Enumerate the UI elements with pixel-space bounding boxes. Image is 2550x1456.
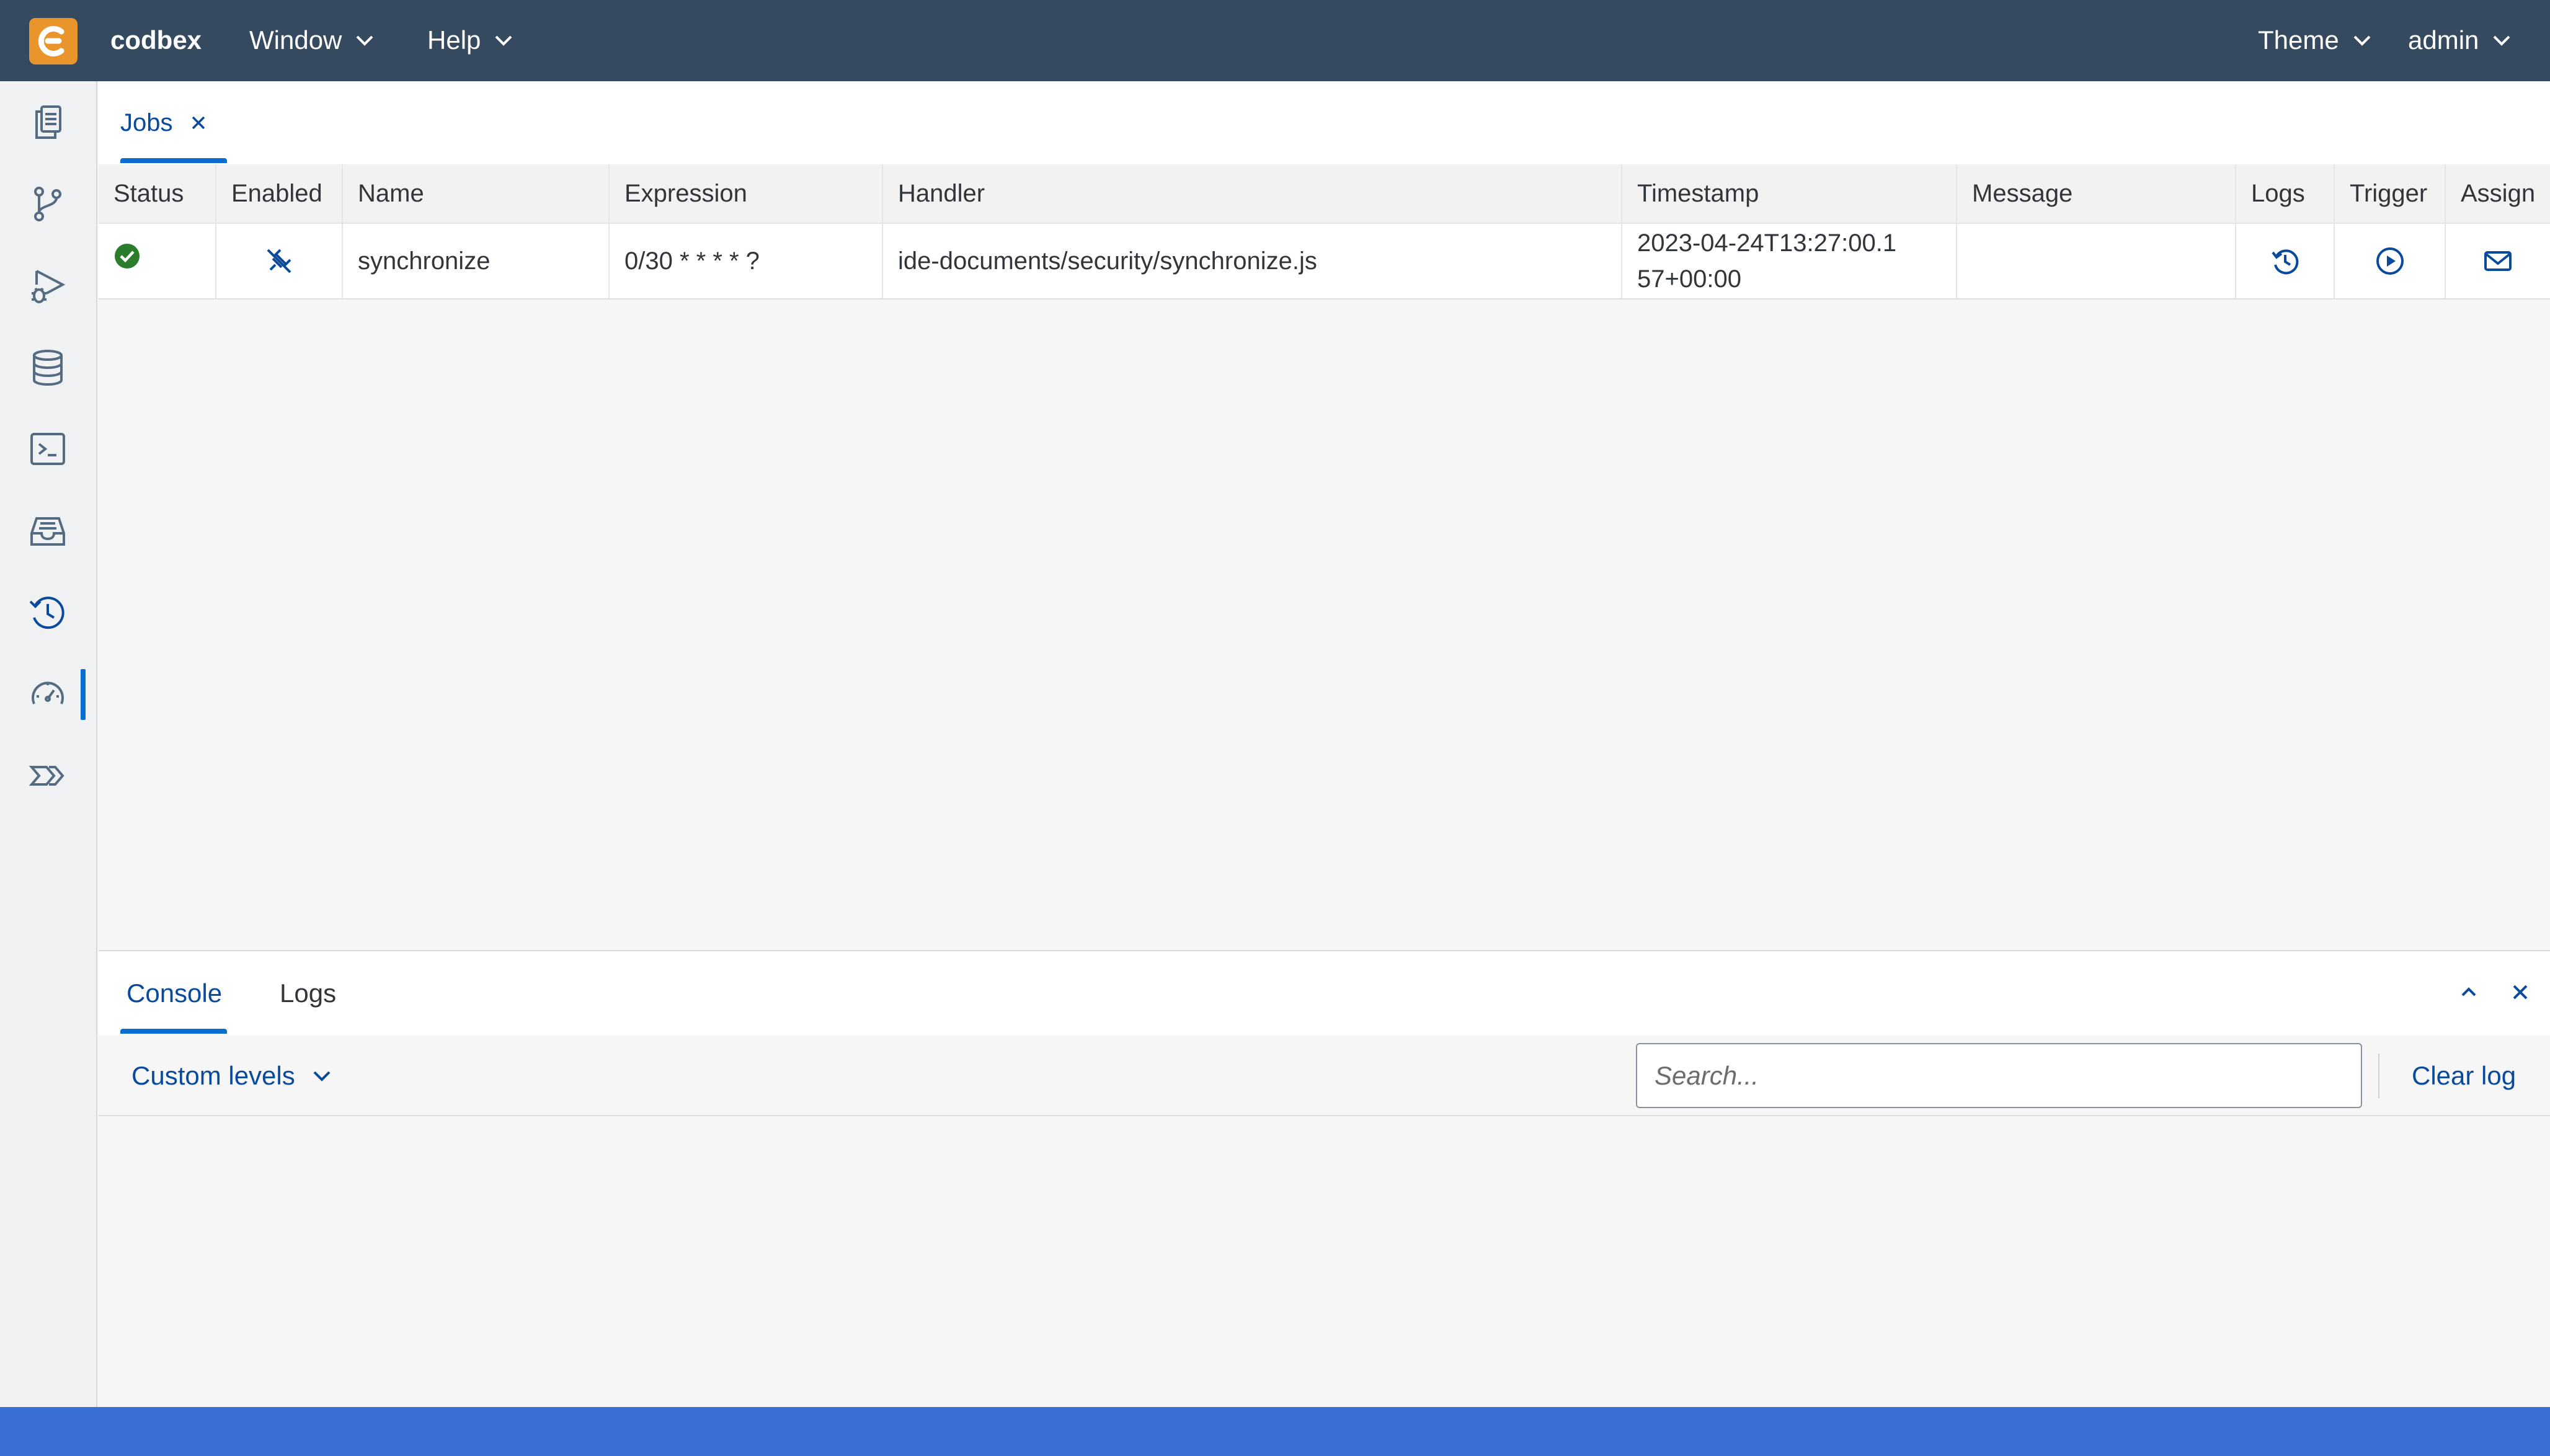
- git-branch-icon: [34, 187, 61, 221]
- custom-levels-label: Custom levels: [131, 1061, 295, 1090]
- job-handler-cell: ide-documents/security/synchronize.js: [882, 223, 1622, 300]
- disconnected-icon[interactable]: [264, 246, 294, 276]
- job-expression-cell: 0/30 * * * * ?: [609, 223, 883, 300]
- codbex-logo-icon[interactable]: [29, 18, 78, 64]
- enabled-cell: [216, 223, 343, 300]
- help-menu-label: Help: [427, 25, 481, 55]
- activity-git[interactable]: [17, 173, 79, 235]
- chevron-up-icon[interactable]: [2455, 979, 2482, 1006]
- activity-terminal[interactable]: [17, 418, 79, 480]
- activity-debugger[interactable]: [17, 255, 79, 317]
- bottom-panel: Console Logs Custom levels Clear log: [99, 950, 2550, 1407]
- column-header-trigger[interactable]: Trigger: [2334, 164, 2446, 224]
- panel-tab-bar: Console Logs: [99, 951, 2550, 1035]
- job-name-cell: synchronize: [342, 223, 610, 300]
- column-header-message[interactable]: Message: [1957, 164, 2236, 224]
- jobs-table: Status Enabled Name Expression Handler T…: [99, 164, 2550, 300]
- column-header-enabled[interactable]: Enabled: [216, 164, 343, 224]
- theme-menu[interactable]: Theme: [2258, 24, 2371, 57]
- shell-bar: codbex Window Help Theme admin: [0, 0, 2550, 81]
- active-tab-underline: [120, 1029, 227, 1034]
- close-icon[interactable]: [190, 115, 207, 131]
- tab-jobs[interactable]: Jobs: [120, 81, 207, 164]
- play-circle-icon[interactable]: [2375, 246, 2405, 276]
- console-output: [99, 1116, 2550, 1407]
- toolbar-divider: [2378, 1054, 2379, 1098]
- chevron-down-icon: [356, 35, 373, 46]
- status-cell: [99, 223, 216, 300]
- tab-jobs-label: Jobs: [120, 109, 173, 136]
- history-icon[interactable]: [2270, 246, 2300, 276]
- activity-processes[interactable]: [17, 745, 79, 807]
- activity-bar: [0, 81, 97, 1407]
- documents-icon: [35, 105, 61, 139]
- logs-cell: [2236, 223, 2335, 300]
- activity-inbox[interactable]: [17, 500, 79, 562]
- active-indicator: [81, 669, 86, 720]
- activity-database[interactable]: [17, 337, 79, 399]
- chevrons-icon: [29, 766, 64, 786]
- chevron-down-icon: [2493, 35, 2510, 46]
- theme-menu-label: Theme: [2258, 25, 2339, 55]
- window-menu-label: Window: [249, 25, 342, 55]
- activity-projects[interactable]: [17, 92, 79, 154]
- status-bar: [0, 1407, 2550, 1456]
- help-menu[interactable]: Help: [427, 24, 513, 57]
- table-row[interactable]: synchronize 0/30 * * * * ? ide-documents…: [99, 223, 2550, 300]
- mail-icon[interactable]: [2483, 246, 2513, 276]
- debug-run-icon: [32, 270, 66, 303]
- search-input[interactable]: [1636, 1043, 2362, 1108]
- column-header-status[interactable]: Status: [99, 164, 216, 224]
- window-menu[interactable]: Window: [249, 24, 374, 57]
- user-menu[interactable]: admin: [2408, 24, 2511, 57]
- table-header-row: Status Enabled Name Expression Handler T…: [99, 164, 2550, 224]
- brand-name: codbex: [110, 25, 202, 55]
- job-timestamp-cell: 2023-04-24T13:27:00.157+00:00: [1622, 223, 1957, 300]
- database-icon: [33, 350, 63, 386]
- column-header-handler[interactable]: Handler: [882, 164, 1622, 224]
- column-header-assign[interactable]: Assign: [2445, 164, 2550, 224]
- tab-logs[interactable]: Logs: [280, 951, 336, 1035]
- job-message-cell: [1957, 223, 2236, 300]
- chevron-down-icon: [2353, 35, 2371, 46]
- terminal-icon: [30, 433, 65, 465]
- column-header-timestamp[interactable]: Timestamp: [1622, 164, 1957, 224]
- activity-jobs[interactable]: [17, 582, 79, 644]
- history-clock-icon: [29, 597, 64, 629]
- activity-monitoring[interactable]: [17, 663, 79, 725]
- console-toolbar: Custom levels Clear log: [99, 1035, 2550, 1116]
- user-menu-label: admin: [2408, 25, 2479, 55]
- column-header-name[interactable]: Name: [342, 164, 610, 224]
- success-status-icon: [115, 244, 140, 269]
- clear-log-button[interactable]: Clear log: [2412, 1059, 2516, 1093]
- tab-console[interactable]: Console: [127, 951, 222, 1035]
- gauge-icon: [32, 681, 64, 704]
- chevron-down-icon: [313, 1071, 331, 1081]
- column-header-expression[interactable]: Expression: [609, 164, 883, 224]
- chevron-down-icon: [495, 35, 512, 46]
- close-icon[interactable]: [2507, 979, 2534, 1006]
- active-tab-underline: [120, 158, 227, 163]
- assign-cell: [2445, 223, 2550, 300]
- custom-levels-dropdown[interactable]: Custom levels: [131, 1059, 331, 1093]
- column-header-logs[interactable]: Logs: [2236, 164, 2335, 224]
- inbox-tray-icon: [30, 517, 65, 546]
- trigger-cell: [2334, 223, 2446, 300]
- editor-tab-bar: Jobs: [99, 81, 2550, 164]
- job-timestamp-text: 2023-04-24T13:27:00.157+00:00: [1637, 229, 1897, 293]
